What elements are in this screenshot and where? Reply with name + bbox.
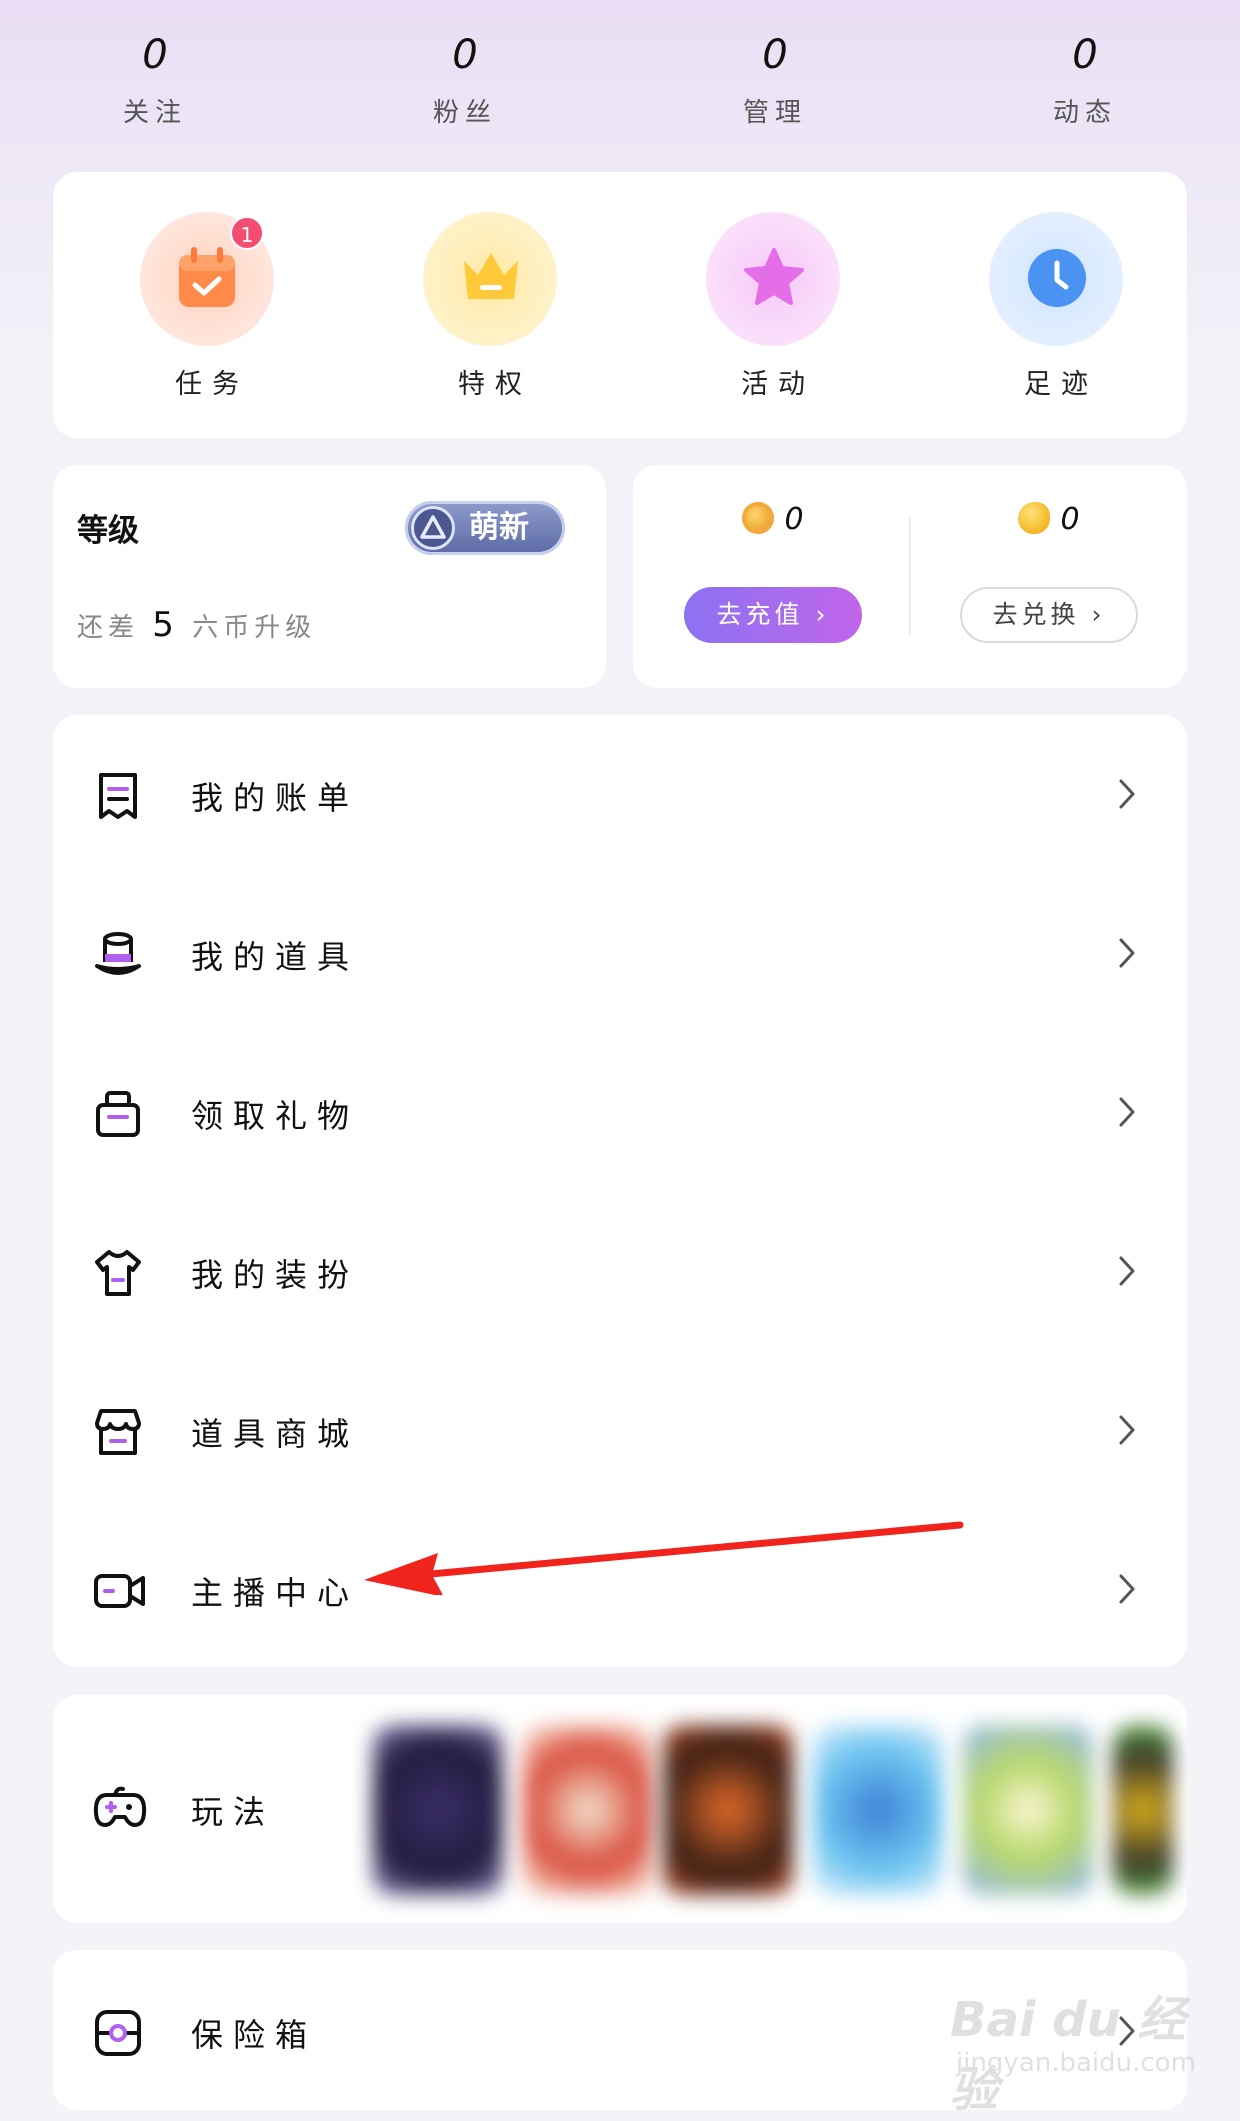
video-camera-icon: [93, 1566, 147, 1620]
quick-activity[interactable]: 活动: [683, 212, 863, 401]
six-coin-icon: [742, 501, 775, 534]
level-badge-text: 萌新: [469, 510, 529, 545]
level-badge: 萌新: [405, 501, 565, 555]
wallet-card: 0 去充值 › 0 去兑换 ›: [633, 465, 1187, 688]
gamepad-icon: [93, 1785, 147, 1835]
watermark-line2: jingyan.baidu.com: [956, 2048, 1196, 2078]
store-icon: [93, 1407, 143, 1461]
bean-balance: 0: [939, 499, 1159, 541]
stat-manage[interactable]: 0 管理: [675, 30, 875, 129]
task-badge: 1: [230, 216, 264, 250]
games-card[interactable]: 玩法: [53, 1695, 1187, 1923]
wallet-divider: [909, 517, 911, 635]
exchange-button[interactable]: 去兑换 ›: [960, 587, 1138, 643]
quick-actions-card: 1 任务 特权 活动 足迹: [53, 172, 1187, 438]
coin-column: 0 去充值 ›: [663, 499, 883, 643]
stat-following[interactable]: 0 关注: [55, 30, 255, 129]
crown-icon: [423, 212, 557, 346]
chevron-right-icon: [1117, 1413, 1137, 1451]
coin-balance: 0: [663, 499, 883, 541]
safe-icon: [93, 2008, 143, 2062]
menu-item-store[interactable]: 道具商城: [53, 1351, 1187, 1510]
annotation-arrow: [364, 1521, 964, 1595]
chevron-right-icon: [1117, 777, 1137, 815]
level-card[interactable]: 等级 萌新 还差 5 六币升级: [53, 465, 606, 688]
stat-moments[interactable]: 0 动态: [985, 30, 1185, 129]
game-thumbnails: [373, 1715, 1187, 1905]
quick-task[interactable]: 1 任务: [117, 212, 297, 401]
level-triangle-icon: [411, 506, 455, 550]
gift-icon: [93, 1089, 143, 1143]
clock-icon: [989, 212, 1123, 346]
bean-icon: [1018, 501, 1051, 534]
chevron-right-icon: [1117, 1095, 1137, 1133]
star-icon: [706, 212, 840, 346]
quick-footprint[interactable]: 足迹: [966, 212, 1146, 401]
game-thumbnail[interactable]: [813, 1725, 943, 1895]
level-sub-amount: 5: [152, 605, 179, 645]
game-thumbnail[interactable]: [373, 1725, 503, 1895]
receipt-icon: [93, 771, 143, 825]
menu-item-props-label: 我的道具: [191, 938, 360, 976]
game-thumbnail[interactable]: [523, 1725, 653, 1895]
menu-item-outfits-label: 我的装扮: [191, 1256, 360, 1294]
menu-item-gifts-label: 领取礼物: [191, 1097, 360, 1135]
level-sub-prefix: 还差: [77, 613, 140, 643]
stat-manage-label: 管理: [742, 98, 807, 128]
quick-footprint-label: 足迹: [1024, 369, 1098, 400]
menu-item-props[interactable]: 我的道具: [53, 874, 1187, 1033]
chevron-right-icon: [1117, 936, 1137, 974]
chevron-right-icon: [1117, 1254, 1137, 1292]
game-thumbnail[interactable]: [663, 1725, 793, 1895]
stat-fans-label: 粉丝: [432, 98, 497, 128]
stat-manage-count: 0: [762, 32, 788, 78]
bean-column: 0 去兑换 ›: [939, 499, 1159, 643]
menu-item-safe-label: 保险箱: [191, 2016, 318, 2054]
recharge-button[interactable]: 去充值 ›: [684, 587, 862, 643]
calendar-check-icon: 1: [140, 212, 274, 346]
menu-item-anchor-center-label: 主播中心: [191, 1574, 360, 1612]
quick-privilege-label: 特权: [458, 369, 532, 400]
stat-fans-count: 0: [452, 32, 478, 78]
stat-following-count: 0: [142, 32, 168, 78]
games-label: 玩法: [191, 1793, 276, 1831]
bean-balance-value: 0: [1060, 502, 1080, 537]
menu-item-store-label: 道具商城: [191, 1415, 360, 1453]
game-thumbnail[interactable]: [963, 1725, 1093, 1895]
shirt-icon: [93, 1248, 143, 1302]
level-sub-suffix: 六币升级: [192, 613, 317, 643]
menu-item-gifts[interactable]: 领取礼物: [53, 1033, 1187, 1192]
game-thumbnail[interactable]: [1113, 1725, 1173, 1895]
menu-item-bills[interactable]: 我的账单: [53, 715, 1187, 874]
level-progress-text: 还差 5 六币升级: [77, 605, 316, 645]
stats-bar: 0 关注 0 粉丝 0 管理 0 动态: [0, 0, 1240, 170]
coin-balance-value: 0: [784, 502, 804, 537]
stat-moments-count: 0: [1072, 32, 1098, 78]
level-title: 等级: [77, 513, 139, 549]
baidu-jingyan-watermark: Bai du 经验 jingyan.baidu.com: [950, 1960, 1196, 2118]
quick-privilege[interactable]: 特权: [400, 212, 580, 401]
menu-item-bills-label: 我的账单: [191, 779, 360, 817]
menu-item-outfits[interactable]: 我的装扮: [53, 1192, 1187, 1351]
stat-moments-label: 动态: [1052, 98, 1117, 128]
quick-activity-label: 活动: [741, 369, 815, 400]
stat-following-label: 关注: [122, 98, 187, 128]
top-hat-icon: [93, 930, 143, 984]
quick-task-label: 任务: [175, 369, 249, 400]
stat-fans[interactable]: 0 粉丝: [365, 30, 565, 129]
chevron-right-icon: [1117, 1572, 1137, 1610]
